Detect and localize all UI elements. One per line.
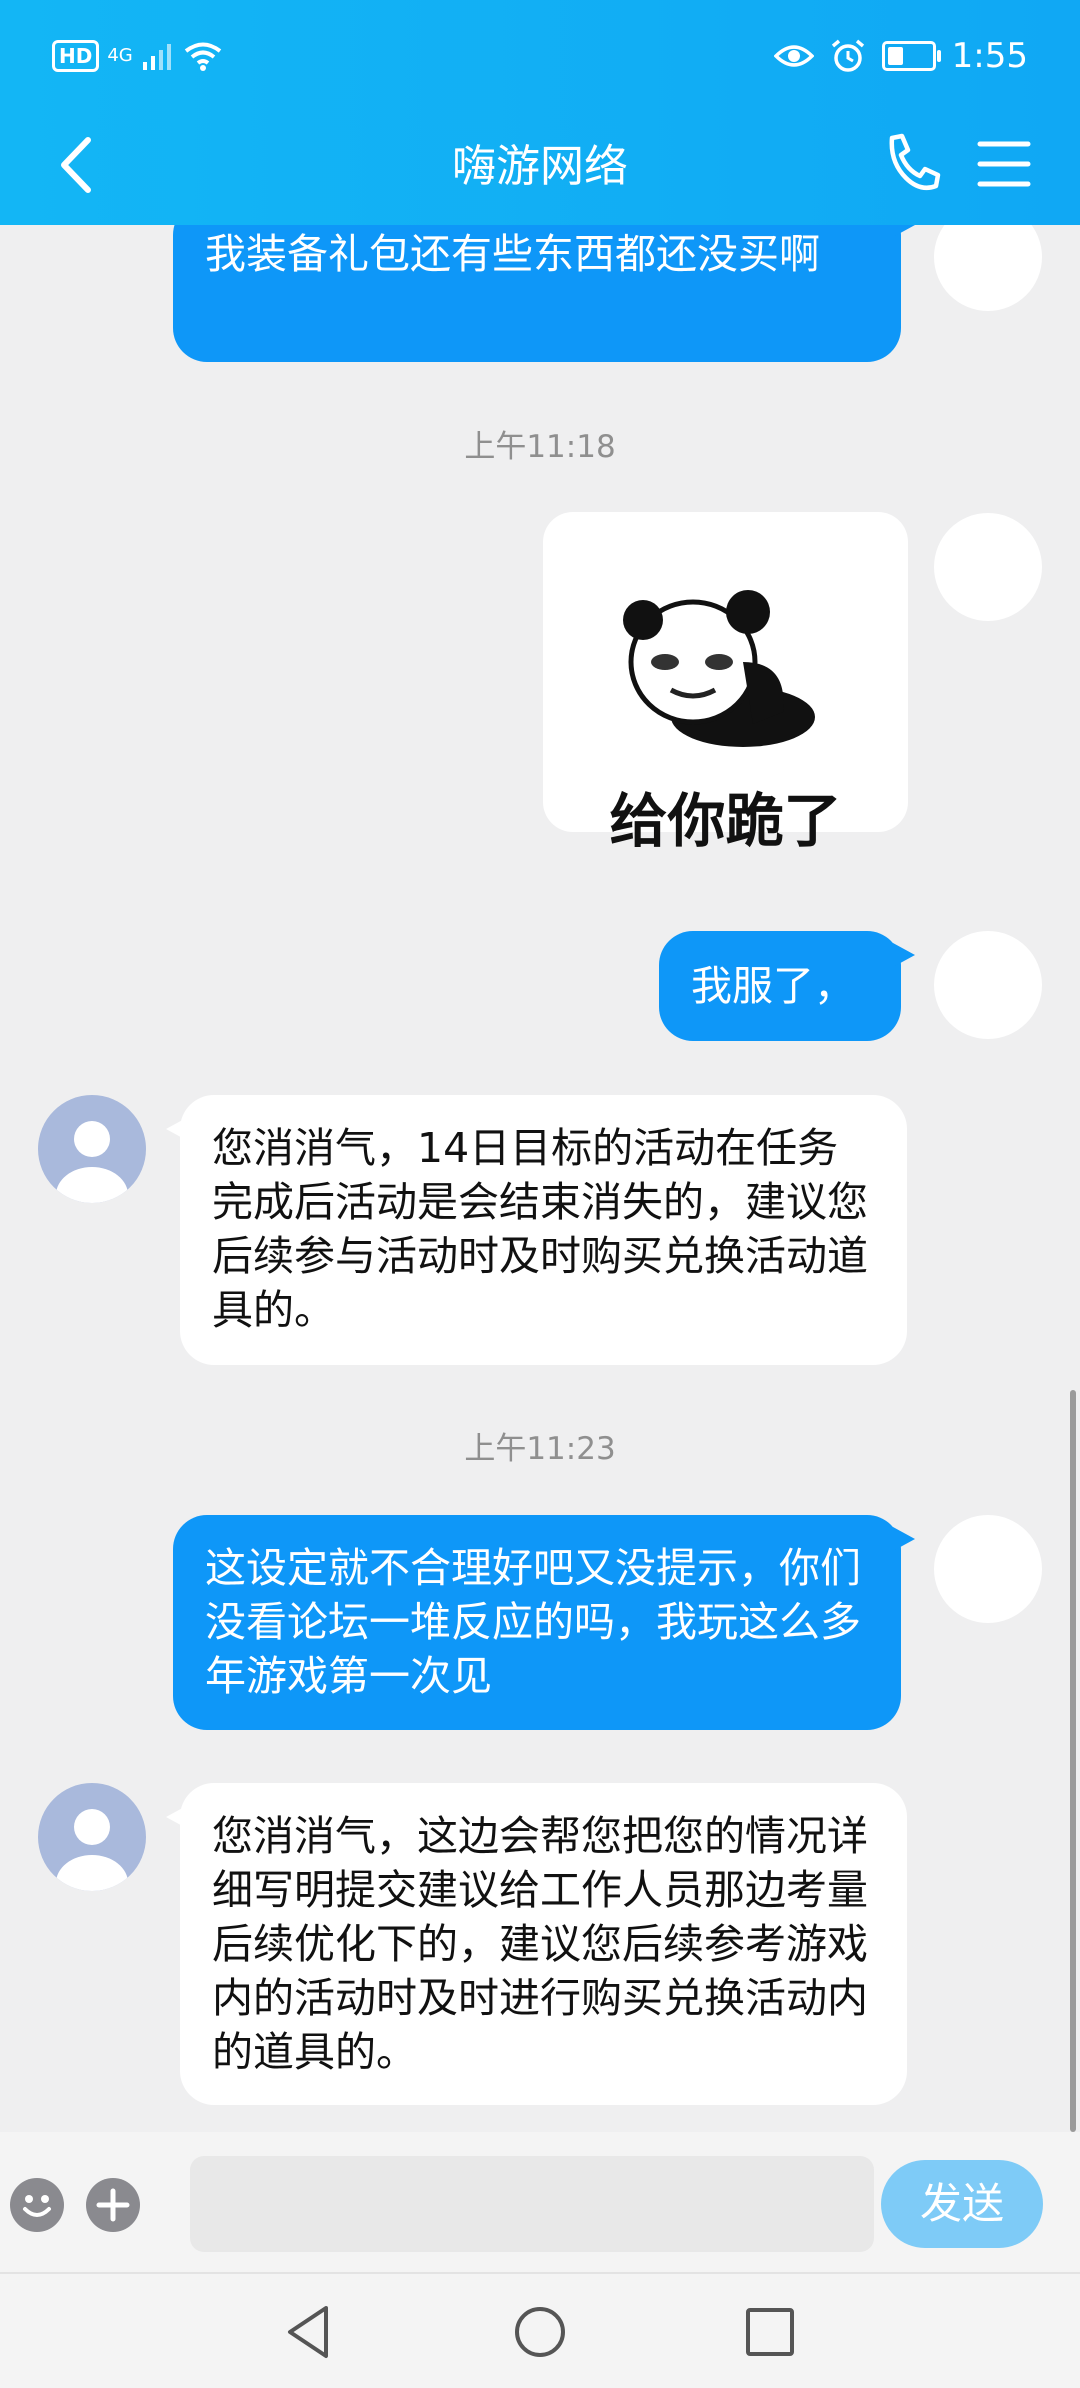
clock: 1:55 [951,36,1028,76]
message-text: 您消消气，这边会帮您把您的情况详细写明提交建议给工作人员那边考量后续优化下的，建… [212,1812,868,2076]
timestamp: 上午11:23 [464,1431,616,1467]
nav-back-icon[interactable] [280,2302,340,2362]
message-input[interactable] [190,2156,874,2252]
top-bar: HD 4G 1:55 嗨游网络 [0,0,1080,225]
avatar-self[interactable] [934,1515,1042,1623]
send-button[interactable]: 发送 [881,2160,1043,2248]
system-nav-bar [0,2272,1080,2388]
message-bubble-incoming: 您消消气，这边会帮您把您的情况详细写明提交建议给工作人员那边考量后续优化下的，建… [166,1783,907,2105]
message-text: 您消消气，14日目标的活动在任务完成后活动是会结束消失的，建议您后续参与活动时及… [212,1124,868,1334]
phone-icon[interactable] [880,128,944,198]
add-icon[interactable] [85,2177,141,2233]
message-list[interactable]: 我装备礼包还有些东西都还没买啊 上午11:18 给你跪了 我服了， 您消消气，1… [0,225,1080,2132]
message-bubble-outgoing: 我装备礼包还有些东西都还没买啊 [173,225,915,362]
sticker-caption: 给你跪了 [609,787,842,855]
message-bubble-outgoing: 这设定就不合理好吧又没提示，你们没看论坛一堆反应的吗，我玩这么多年游戏第一次见 [173,1515,915,1730]
message-text: 这设定就不合理好吧又没提示，你们没看论坛一堆反应的吗，我玩这么多年游戏第一次见 [205,1544,861,1700]
message-bubble-outgoing: 我服了， [659,931,915,1041]
input-bar: 发送 [0,2132,1080,2272]
menu-icon[interactable] [974,134,1034,194]
network-label: 4G [107,45,133,66]
emoji-icon[interactable] [9,2177,65,2233]
avatar-self[interactable] [934,513,1042,621]
status-bar: HD 4G 1:55 [0,0,1080,120]
avatar-self[interactable] [934,931,1042,1039]
battery-icon [881,41,941,71]
user-placeholder-icon [56,1121,128,1203]
message-text: 我装备礼包还有些东西都还没买啊 [205,230,820,278]
nav-home-icon[interactable] [510,2302,570,2362]
panda-sticker-image [623,590,815,747]
user-placeholder-icon [56,1809,128,1891]
hd-badge: HD [52,40,100,72]
nav-row: 嗨游网络 [0,120,1080,225]
message-bubble-incoming: 您消消气，14日目标的活动在任务完成后活动是会结束消失的，建议您后续参与活动时及… [166,1095,907,1365]
sticker-message[interactable]: 给你跪了 [543,512,908,855]
message-text: 我服了， [691,962,855,1010]
avatar-agent[interactable] [38,1783,146,1891]
timestamp: 上午11:18 [464,429,616,465]
eye-icon [773,45,814,67]
nav-recents-icon[interactable] [740,2302,800,2362]
avatar-self[interactable] [934,225,1042,311]
signal-icon [142,44,171,70]
wifi-icon [184,42,221,71]
avatar-agent[interactable] [38,1095,146,1203]
alarm-icon [831,39,864,72]
scrollbar[interactable] [1070,1390,1076,2132]
